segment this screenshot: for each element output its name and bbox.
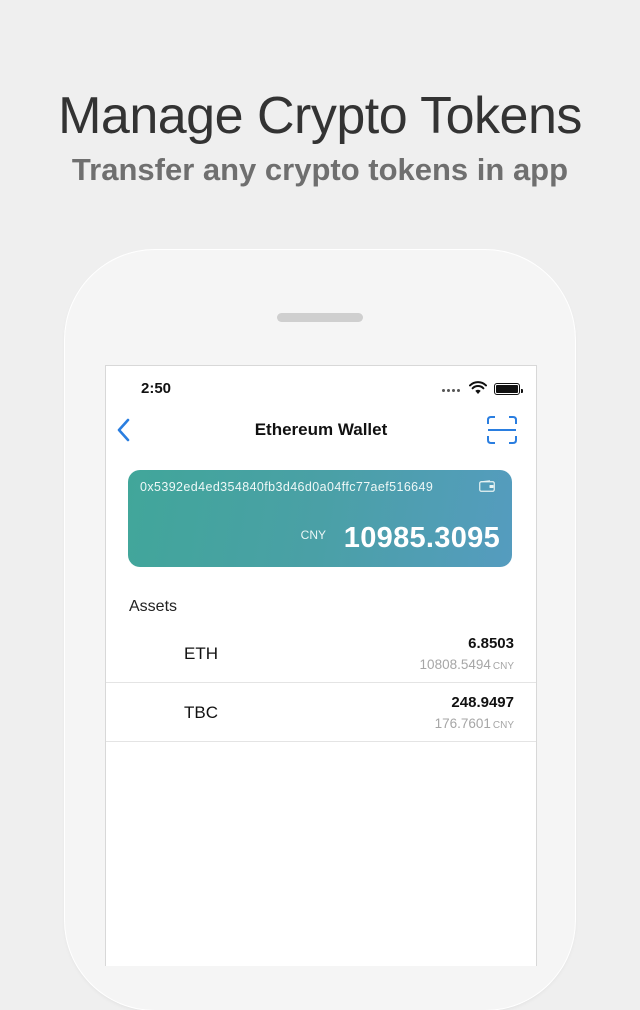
asset-symbol: TBC xyxy=(184,703,218,722)
promo-subline: Transfer any crypto tokens in app xyxy=(71,152,569,187)
wallet-address[interactable]: 0x5392ed4ed354840fb3d46d0a04ffc77aef5166… xyxy=(140,480,433,494)
asset-symbol: ETH xyxy=(184,644,218,663)
asset-row-tbc[interactable]: TBC 248.9497 176.7601 CNY xyxy=(106,683,536,742)
battery-icon xyxy=(494,383,523,395)
scan-button[interactable] xyxy=(486,415,518,445)
asset-amount: 248.9497 xyxy=(451,694,514,711)
asset-row-eth[interactable]: ETH 6.8503 10808.5494 CNY xyxy=(106,624,536,683)
asset-value: 10808.5494 CNY xyxy=(420,657,514,672)
status-time: 2:50 xyxy=(141,380,172,397)
asset-amount: 6.8503 xyxy=(468,635,514,652)
asset-value-unit: CNY xyxy=(492,720,514,731)
assets-heading: Assets xyxy=(129,598,178,615)
asset-value-unit: CNY xyxy=(492,661,514,672)
phone-speaker xyxy=(277,313,363,322)
asset-value-number: 10808.5494 xyxy=(419,657,491,672)
app-screen: 2:50 Ethereum Wallet 0x5392ed4ed354840fb… xyxy=(105,365,537,966)
wallet-balance: 10985.3095 xyxy=(343,522,500,554)
wallet-card[interactable]: 0x5392ed4ed354840fb3d46d0a04ffc77aef5166… xyxy=(128,470,512,567)
promo-headline: Manage Crypto Tokens xyxy=(58,87,582,145)
page-title: Ethereum Wallet xyxy=(254,420,388,439)
wifi-icon xyxy=(469,381,487,394)
wallet-icon[interactable] xyxy=(479,480,495,492)
signal-icon xyxy=(442,389,462,393)
asset-value-number: 176.7601 xyxy=(434,716,491,731)
asset-value: 176.7601 CNY xyxy=(435,716,514,731)
status-icons xyxy=(440,381,523,395)
balance-currency: CNY xyxy=(300,528,326,542)
